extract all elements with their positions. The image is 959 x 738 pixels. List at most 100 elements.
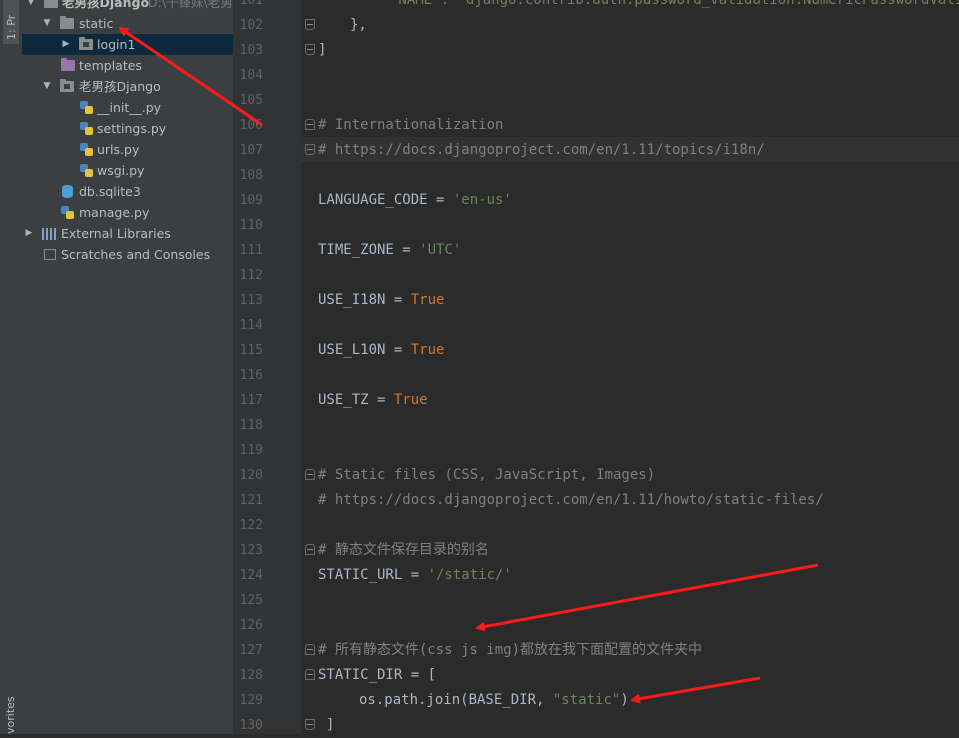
tree-row-manage[interactable]: manage.py — [22, 202, 233, 223]
favorites-tab-label[interactable]: vorites — [4, 696, 17, 734]
line-number: 122 — [239, 518, 263, 533]
code-line-111[interactable]: TIME_ZONE = 'UTC' — [318, 238, 461, 263]
code-keyword: True — [393, 392, 428, 408]
root-folder-path: D:\千锋妹\老男孩 — [148, 0, 233, 10]
folder-icon — [60, 16, 74, 29]
code-line-123[interactable]: # 静态文件保存目录的别名 — [318, 538, 489, 563]
tree-row-login1[interactable]: ▶ login1 — [22, 34, 233, 55]
tree-row-package[interactable]: ▼ 老男孩Django — [22, 76, 233, 97]
fold-marker-icon[interactable] — [305, 469, 315, 480]
code-line-107[interactable]: # https://docs.djangoproject.com/en/1.11… — [318, 138, 765, 163]
code-line-115[interactable]: USE_L10N = True — [318, 338, 444, 363]
python-file-icon — [61, 206, 74, 219]
fold-marker-icon[interactable] — [305, 719, 315, 730]
db-file-label: db.sqlite3 — [79, 184, 141, 199]
line-number: 102 — [239, 18, 263, 33]
line-number: 124 — [239, 568, 263, 583]
line-number: 117 — [239, 393, 263, 408]
fold-marker-icon[interactable] — [305, 44, 315, 55]
collapse-arrow-icon[interactable]: ▶ — [61, 34, 71, 55]
tool-window-strip: 1: Pr vorites — [0, 0, 23, 734]
folder-icon — [44, 0, 58, 8]
tree-row-urls[interactable]: urls.py — [22, 139, 233, 160]
expand-arrow-icon[interactable]: ▼ — [42, 13, 52, 34]
tree-row-static[interactable]: ▼ static — [22, 13, 233, 34]
code-line-121[interactable]: # https://docs.djangoproject.com/en/1.11… — [318, 488, 824, 513]
annotation-arrow-comment — [475, 563, 819, 632]
code-string: 'en-us' — [452, 192, 512, 208]
fold-marker-icon[interactable] — [305, 144, 315, 155]
code-line-101[interactable]: 'NAME': 'django.contrib.auth.password_va… — [390, 0, 959, 13]
external-libraries-label: External Libraries — [61, 226, 171, 241]
code-line-109[interactable]: LANGUAGE_CODE = 'en-us' — [318, 188, 512, 213]
fold-marker-icon[interactable] — [305, 544, 315, 555]
fold-marker-icon[interactable] — [305, 669, 315, 680]
code-line-120[interactable]: # Static files (CSS, JavaScript, Images) — [318, 463, 655, 488]
expand-arrow-icon[interactable]: ▼ — [42, 76, 52, 97]
line-number: 110 — [239, 218, 263, 233]
code-line-113[interactable]: USE_I18N = True — [318, 288, 444, 313]
python-file-icon — [80, 143, 93, 156]
root-folder-label: 老男孩Django — [62, 0, 150, 10]
line-number: 127 — [239, 643, 263, 658]
scratches-label: Scratches and Consoles — [61, 247, 211, 262]
package-folder-label: 老男孩Django — [79, 79, 161, 94]
line-number: 103 — [239, 43, 263, 58]
tree-row-root[interactable]: ▼ 老男孩Django D:\千锋妹\老男孩 — [22, 0, 233, 13]
code-line-128[interactable]: STATIC_DIR = [ — [318, 663, 436, 688]
manage-file-label: manage.py — [79, 205, 150, 220]
tree-row-db[interactable]: db.sqlite3 — [22, 181, 233, 202]
fold-marker-icon[interactable] — [305, 119, 315, 130]
file-label: __init__.py — [97, 100, 162, 115]
code-line-129[interactable]: os.path.join(BASE_DIR, "static") — [359, 688, 629, 713]
tree-row-init[interactable]: __init__.py — [22, 97, 233, 118]
collapse-arrow-icon[interactable]: ▶ — [24, 223, 34, 244]
annotation-arrow-static-dir — [630, 676, 761, 704]
line-number: 105 — [239, 93, 263, 108]
line-number: 108 — [239, 168, 263, 183]
line-number: 112 — [239, 268, 263, 283]
code-line-103[interactable]: ] — [318, 38, 326, 63]
python-file-icon — [80, 122, 93, 135]
package-folder-icon — [60, 79, 74, 92]
fold-marker-icon[interactable] — [305, 19, 315, 30]
fold-marker-icon[interactable] — [305, 644, 315, 655]
project-tree-panel: ▼ 老男孩Django D:\千锋妹\老男孩 ▼ static ▶ login1… — [22, 0, 234, 734]
scratches-icon — [44, 249, 56, 260]
line-number: 125 — [239, 593, 263, 608]
code-identifier: os.path.join(BASE_DIR, — [359, 692, 553, 708]
line-number: 113 — [239, 293, 263, 308]
code-identifier: TIME_ZONE = — [318, 242, 420, 258]
line-number: 118 — [239, 418, 263, 433]
code-line-127[interactable]: # 所有静态文件(css js img)都放在我下面配置的文件夹中 — [318, 638, 702, 663]
tree-row-templates[interactable]: templates — [22, 55, 233, 76]
code-line-124[interactable]: STATIC_URL = '/static/' — [318, 563, 512, 588]
project-tab-label[interactable]: 1: Pr — [5, 15, 18, 40]
code-keyword: True — [410, 342, 445, 358]
line-number: 130 — [239, 718, 263, 733]
tree-row-scratches[interactable]: Scratches and Consoles — [22, 244, 233, 265]
code-paren: ) — [620, 692, 629, 708]
code-line-102[interactable]: }, — [350, 13, 367, 38]
code-line-106[interactable]: # Internationalization — [318, 113, 503, 138]
tree-row-wsgi[interactable]: wsgi.py — [22, 160, 233, 181]
code-keyword: True — [410, 292, 445, 308]
line-number: 114 — [239, 318, 263, 333]
line-number: 104 — [239, 68, 263, 83]
line-number: 119 — [239, 443, 263, 458]
line-number: 109 — [239, 193, 263, 208]
line-number: 123 — [239, 543, 263, 558]
tree-row-settings[interactable]: settings.py — [22, 118, 233, 139]
tree-row-external-libraries[interactable]: ▶ External Libraries — [22, 223, 233, 244]
code-string: "static" — [552, 692, 621, 708]
templates-folder-label: templates — [79, 58, 142, 73]
code-line-130[interactable]: ] — [326, 713, 334, 738]
code-identifier: USE_L10N = — [318, 342, 411, 358]
code-identifier: USE_TZ = — [318, 392, 394, 408]
line-number: 128 — [239, 668, 263, 683]
line-number: 115 — [239, 343, 263, 358]
expand-arrow-icon[interactable]: ▼ — [26, 0, 36, 13]
line-number: 101 — [239, 0, 263, 8]
code-line-117[interactable]: USE_TZ = True — [318, 388, 428, 413]
code-identifier: STATIC_URL = — [318, 567, 428, 583]
